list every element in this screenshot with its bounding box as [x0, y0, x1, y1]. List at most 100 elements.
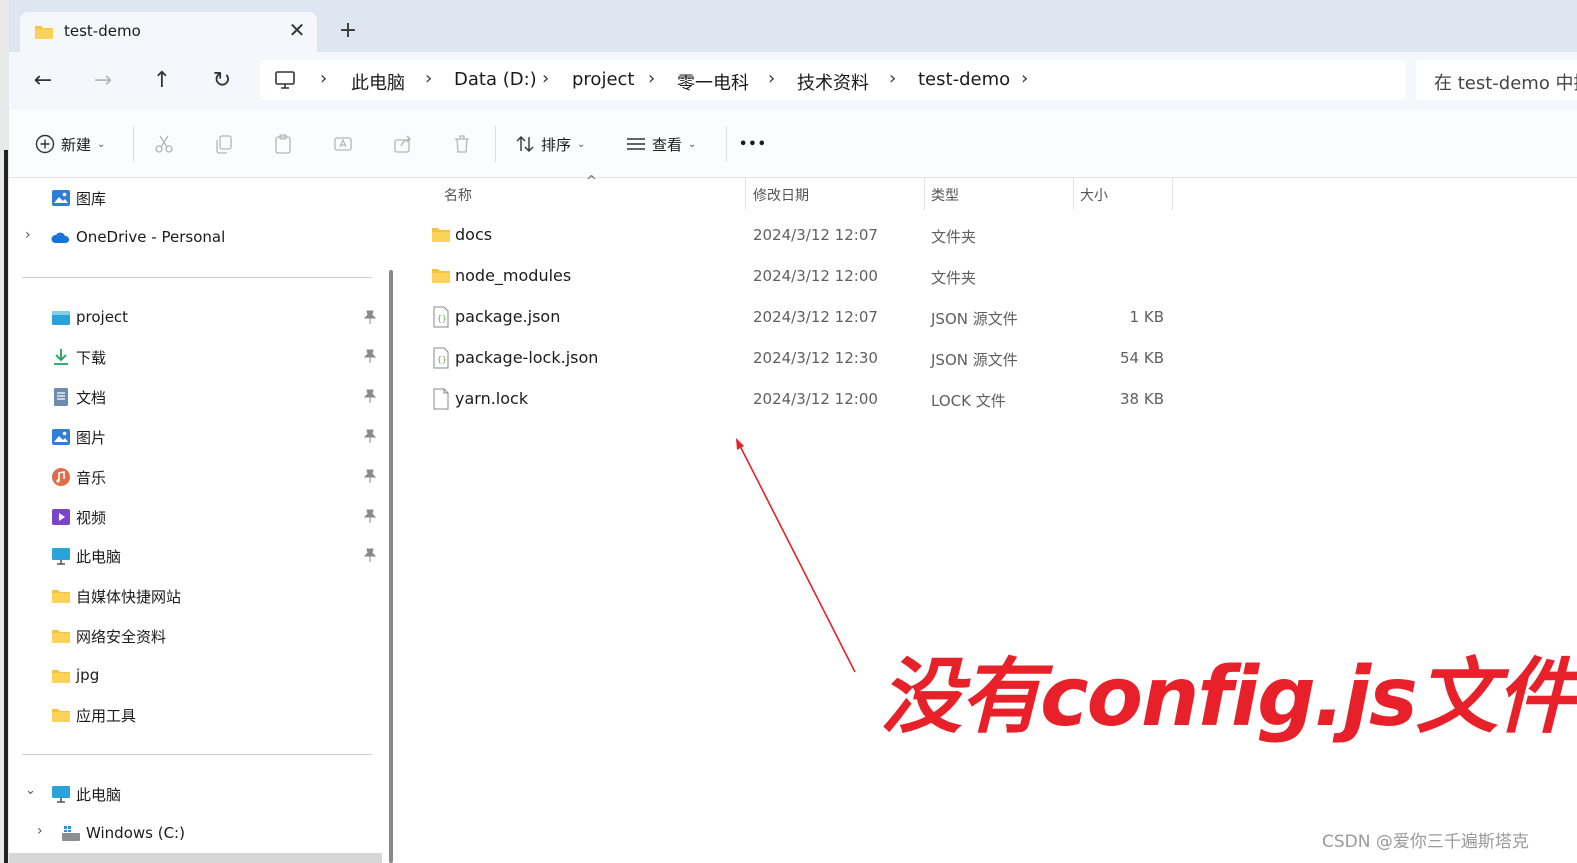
new-tab-button[interactable]: +: [335, 18, 361, 44]
breadcrumb-separator[interactable]: ›: [648, 68, 655, 89]
back-button[interactable]: ←: [27, 66, 59, 96]
sidebar-item-pictures[interactable]: 图片: [9, 419, 383, 455]
address-bar[interactable]: › 此电脑 › Data (D:) › project › 零一电科 › 技术资…: [260, 60, 1406, 100]
file-row-package-json[interactable]: {} package.json 2024/3/12 12:07 JSON 源文件…: [400, 298, 1180, 338]
file-date: 2024/3/12 12:00: [753, 267, 878, 285]
sidebar-item-videos[interactable]: 视频: [9, 499, 383, 535]
file-row-node-modules[interactable]: node_modules 2024/3/12 12:00 文件夹: [400, 257, 1180, 297]
sidebar-item-media-sites[interactable]: 自媒体快捷网站: [9, 578, 383, 614]
clipboard-icon: [267, 128, 299, 160]
trash-icon: [446, 128, 478, 160]
sidebar-item-jpg[interactable]: jpg: [9, 658, 383, 694]
search-box[interactable]: 在 test-demo 中搜: [1416, 60, 1577, 100]
file-row-docs[interactable]: docs 2024/3/12 12:07 文件夹: [400, 216, 1180, 256]
up-button[interactable]: ↑: [146, 66, 178, 96]
paste-button[interactable]: [267, 128, 299, 160]
breadcrumb-expand[interactable]: ›: [1021, 68, 1028, 89]
file-row-package-lock-json[interactable]: {} package-lock.json 2024/3/12 12:30 JSO…: [400, 339, 1180, 379]
sidebar-item-documents[interactable]: 文档: [9, 379, 383, 415]
rename-button[interactable]: [327, 128, 359, 160]
plus-circle-icon: [29, 128, 61, 160]
project-folder-icon: [52, 311, 70, 325]
breadcrumb-separator[interactable]: ›: [889, 68, 896, 89]
documents-icon: [54, 388, 68, 406]
column-header-size[interactable]: 大小: [1080, 185, 1108, 205]
pin-icon[interactable]: [364, 548, 376, 562]
scrollbar-thumb[interactable]: [389, 270, 393, 863]
tab-test-demo[interactable]: test-demo ✕: [20, 12, 317, 52]
column-divider[interactable]: [1172, 178, 1173, 210]
chevron-down-icon: ⌄: [688, 138, 697, 150]
sidebar-tree-this-pc[interactable]: ⌄ 此电脑: [9, 776, 383, 812]
sidebar-item-onedrive[interactable]: › OneDrive - Personal: [9, 220, 383, 256]
sort-arrows-icon: [509, 128, 541, 160]
computer-icon[interactable]: [274, 70, 296, 90]
sidebar-item-label: 图库: [76, 190, 107, 208]
file-name: node_modules: [455, 266, 572, 285]
new-button[interactable]: 新建 ⌄: [29, 128, 105, 160]
pin-icon[interactable]: [364, 509, 376, 523]
sidebar-item-this-pc[interactable]: 此电脑: [9, 538, 383, 574]
breadcrumb-this-pc[interactable]: 此电脑: [351, 69, 405, 95]
folder-icon: [432, 269, 450, 283]
column-divider[interactable]: [924, 178, 925, 210]
share-button[interactable]: [387, 128, 419, 160]
pin-icon[interactable]: [364, 389, 376, 403]
sidebar-item-label: 视频: [76, 509, 107, 527]
file-name: docs: [455, 225, 493, 244]
more-options-button[interactable]: •••: [739, 128, 767, 160]
sidebar-item-app-tools[interactable]: 应用工具: [9, 697, 383, 733]
sort-button[interactable]: 排序 ⌄: [509, 128, 585, 160]
sidebar-item-project[interactable]: project: [9, 300, 383, 336]
file-row-yarn-lock[interactable]: yarn.lock 2024/3/12 12:00 LOCK 文件 38 KB: [400, 380, 1180, 420]
breadcrumb-project[interactable]: project: [572, 69, 634, 90]
file-size: 54 KB: [1120, 349, 1164, 367]
file-type: LOCK 文件: [931, 392, 1006, 410]
sidebar-scrollbar[interactable]: [382, 178, 400, 863]
file-date: 2024/3/12 12:07: [753, 308, 878, 326]
breadcrumb-separator[interactable]: ›: [425, 68, 432, 89]
chevron-right-icon[interactable]: ›: [37, 823, 43, 839]
breadcrumb-separator[interactable]: ›: [320, 68, 327, 89]
pin-icon[interactable]: [364, 429, 376, 443]
delete-button[interactable]: [446, 128, 478, 160]
column-header-name[interactable]: 名称: [444, 185, 472, 205]
view-button[interactable]: 查看 ⌄: [620, 128, 696, 160]
download-icon: [54, 349, 68, 365]
onedrive-cloud-icon: [51, 232, 70, 243]
column-divider[interactable]: [745, 178, 746, 210]
sidebar-item-music[interactable]: 音乐: [9, 459, 383, 495]
sidebar-item-label: 文档: [76, 389, 107, 407]
breadcrumb-data-d[interactable]: Data (D:): [454, 69, 537, 90]
pin-icon[interactable]: [364, 310, 376, 324]
sidebar-item-security-docs[interactable]: 网络安全资料: [9, 618, 383, 654]
breadcrumb-tech-docs[interactable]: 技术资料: [797, 69, 869, 95]
close-tab-button[interactable]: ✕: [286, 18, 308, 42]
horizontal-scrollbar[interactable]: [9, 853, 382, 863]
breadcrumb-lingyi[interactable]: 零一电科: [677, 69, 749, 95]
cut-button[interactable]: [148, 128, 180, 160]
column-header-date[interactable]: 修改日期: [753, 185, 809, 205]
json-file-icon: {}: [433, 306, 449, 328]
sidebar-tree-windows-c[interactable]: › Windows (C:): [9, 816, 383, 852]
svg-text:{}: {}: [437, 314, 447, 323]
folder-icon: [52, 630, 70, 643]
chevron-right-icon[interactable]: ›: [25, 227, 31, 243]
file-explorer-window: test-demo ✕ + ← → ↑ ↻ › 此电脑 › Data (D:) …: [0, 0, 1577, 863]
file-name: package-lock.json: [455, 348, 599, 367]
chevron-down-icon[interactable]: ⌄: [25, 783, 36, 798]
generic-file-icon: [433, 388, 449, 410]
pin-icon[interactable]: [364, 349, 376, 363]
breadcrumb-separator[interactable]: ›: [542, 68, 549, 89]
sidebar-item-downloads[interactable]: 下载: [9, 339, 383, 375]
refresh-button[interactable]: ↻: [206, 66, 238, 96]
forward-button[interactable]: →: [87, 66, 119, 96]
copy-button[interactable]: [208, 128, 240, 160]
column-header-type[interactable]: 类型: [931, 185, 959, 205]
pin-icon[interactable]: [364, 469, 376, 483]
sidebar-item-gallery[interactable]: 图库: [9, 180, 383, 216]
breadcrumb-separator[interactable]: ›: [768, 68, 775, 89]
breadcrumb-test-demo[interactable]: test-demo: [918, 69, 1010, 90]
file-date: 2024/3/12 12:30: [753, 349, 878, 367]
column-divider[interactable]: [1073, 178, 1074, 210]
